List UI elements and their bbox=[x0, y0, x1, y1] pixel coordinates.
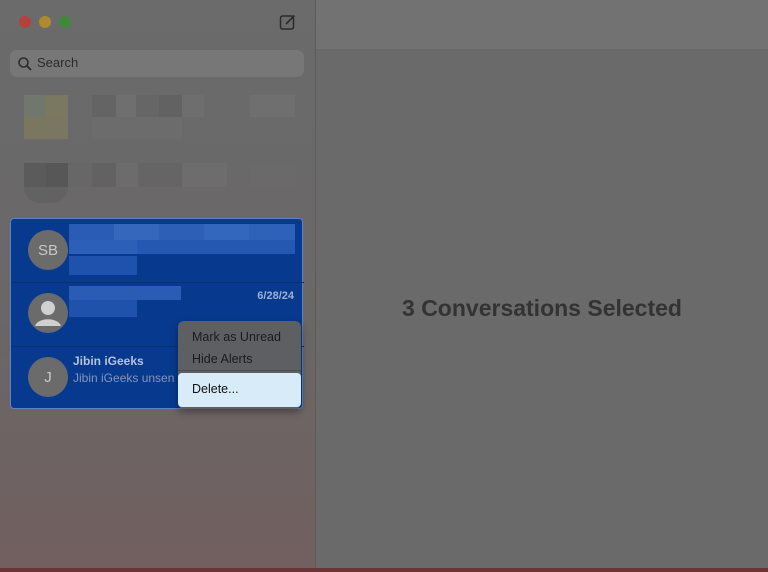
close-button[interactable] bbox=[19, 16, 31, 28]
desktop-edge bbox=[0, 568, 768, 572]
conversation-date: 6/28/24 bbox=[257, 290, 294, 302]
messages-window: Search SB 6/28/24 J Jibin iGeeks Jibin i… bbox=[0, 0, 768, 572]
zoom-button[interactable] bbox=[59, 16, 71, 28]
conversation-name: Jibin iGeeks bbox=[73, 354, 144, 368]
person-icon bbox=[35, 301, 61, 326]
main-pane: 3 Conversations Selected bbox=[316, 0, 768, 572]
menu-item-delete[interactable]: Delete... bbox=[178, 373, 301, 407]
search-placeholder: Search bbox=[37, 55, 79, 70]
search-icon bbox=[18, 57, 32, 71]
minimize-button[interactable] bbox=[39, 16, 51, 28]
sidebar: Search SB 6/28/24 J Jibin iGeeks Jibin i… bbox=[0, 0, 315, 572]
main-header bbox=[316, 0, 768, 50]
search-field[interactable]: Search bbox=[10, 50, 304, 77]
context-menu: Mark as Unread Hide Alerts Delete... bbox=[178, 321, 301, 409]
compose-icon[interactable] bbox=[279, 13, 297, 31]
menu-divider bbox=[178, 370, 301, 371]
menu-item-delete-label: Delete... bbox=[192, 382, 239, 396]
avatar: J bbox=[28, 357, 68, 397]
avatar bbox=[28, 293, 68, 333]
conversation-preview: Jibin iGeeks unsen bbox=[73, 371, 175, 385]
menu-item-hide-alerts[interactable]: Hide Alerts bbox=[192, 352, 252, 366]
menu-item-mark-as-unread[interactable]: Mark as Unread bbox=[192, 330, 281, 344]
selection-status: 3 Conversations Selected bbox=[402, 295, 682, 321]
avatar: SB bbox=[28, 230, 68, 270]
